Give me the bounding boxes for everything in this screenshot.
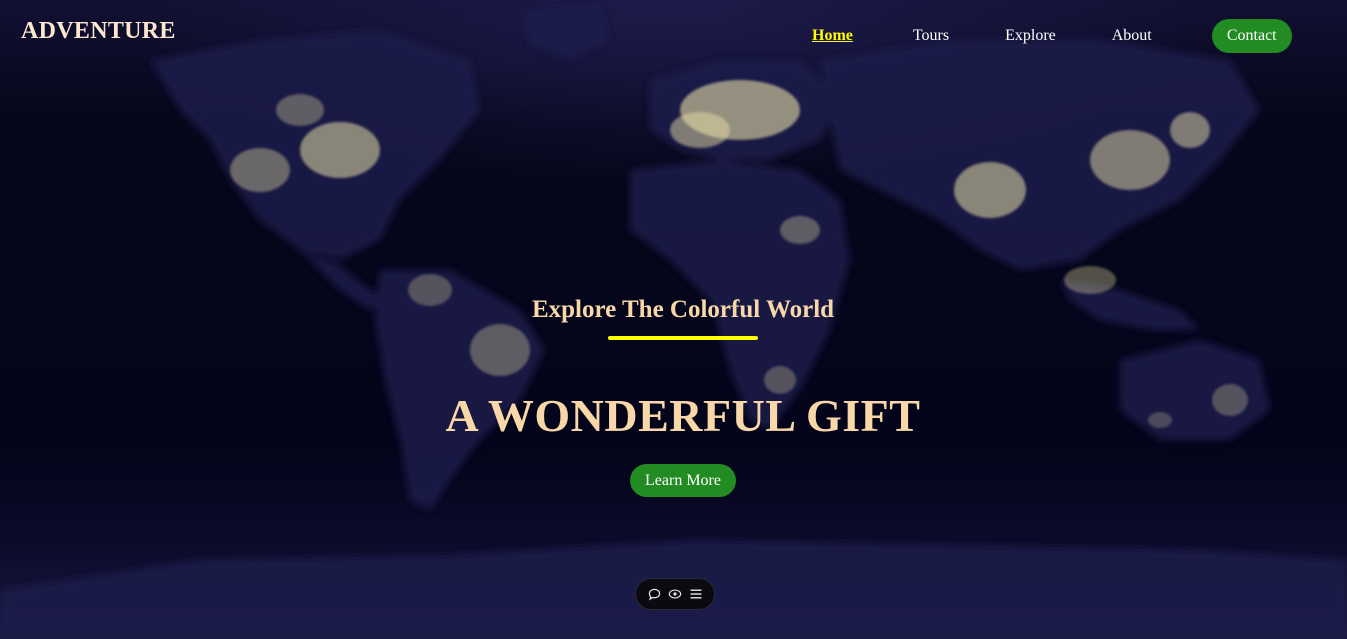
brand-logo[interactable]: ADVENTURE xyxy=(21,18,176,45)
subtitle-underline xyxy=(608,336,758,340)
main-nav: Home Tours Explore About Contact xyxy=(812,19,1292,53)
hero-section: ADVENTURE Home Tours Explore About Conta… xyxy=(0,0,1347,639)
contact-button[interactable]: Contact xyxy=(1211,19,1292,53)
menu-icon[interactable] xyxy=(688,586,704,602)
hero-subtitle: Explore The Colorful World xyxy=(531,296,835,323)
nav-link-about[interactable]: About xyxy=(1112,27,1152,45)
floating-toolbar xyxy=(635,578,715,610)
nav-link-home[interactable]: Home xyxy=(812,27,853,45)
nav-link-tours[interactable]: Tours xyxy=(913,27,949,45)
hero-headline: A WONDERFUL GIFT xyxy=(445,390,921,441)
comment-icon[interactable] xyxy=(647,586,663,602)
eye-icon[interactable] xyxy=(667,586,683,602)
nav-link-explore[interactable]: Explore xyxy=(1005,27,1056,45)
learn-more-button[interactable]: Learn More xyxy=(630,464,736,497)
